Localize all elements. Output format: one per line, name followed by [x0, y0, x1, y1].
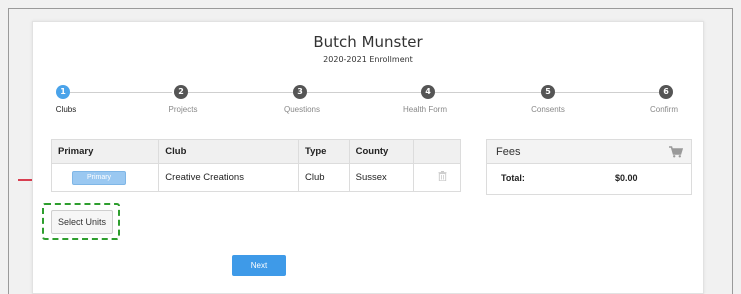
clubs-table: Primary Club Type County Primary Creativ… [50, 139, 461, 192]
step-1-label: Clubs [55, 105, 77, 114]
primary-cell: Primary [50, 163, 160, 192]
county-cell: Sussex [348, 163, 415, 192]
step-3-circle[interactable]: 3 [293, 85, 307, 99]
step-2-circle[interactable]: 2 [174, 85, 188, 99]
select-units-highlight: Select Units [42, 203, 120, 240]
step-6-circle[interactable]: 6 [659, 85, 673, 99]
fees-title: Fees [496, 146, 521, 158]
step-connector [307, 92, 421, 93]
step-connector [555, 92, 659, 93]
type-cell: Club [298, 163, 350, 192]
step-5-circle[interactable]: 5 [541, 85, 555, 99]
step-2-label: Projects [168, 105, 198, 114]
fees-total-value: $0.00 [615, 173, 638, 183]
column-header-county: County [348, 139, 415, 164]
trash-icon[interactable] [438, 171, 447, 181]
table-header-row: Primary Club Type County [50, 139, 461, 164]
enrollment-subtitle: 2020-2021 Enrollment [323, 55, 413, 64]
fees-header: Fees [487, 140, 691, 164]
step-4-circle[interactable]: 4 [421, 85, 435, 99]
step-connector [435, 92, 541, 93]
next-button[interactable]: Next [232, 255, 286, 276]
select-units-button[interactable]: Select Units [51, 210, 113, 234]
step-3-label: Questions [283, 105, 321, 114]
step-connector [70, 92, 172, 93]
actions-cell [413, 163, 461, 192]
step-1-circle[interactable]: 1 [56, 85, 70, 99]
primary-button[interactable]: Primary [72, 170, 126, 185]
column-header-primary: Primary [50, 139, 160, 164]
fees-panel: Fees Total: $0.00 [486, 139, 692, 195]
shopping-cart-icon [669, 146, 683, 158]
club-cell: Creative Creations [158, 163, 299, 192]
step-5-label: Consents [531, 105, 565, 114]
step-6-label: Confirm [649, 105, 679, 114]
table-row: Primary Creative Creations Club Sussex [50, 163, 461, 192]
fees-total-label: Total: [501, 173, 525, 183]
column-header-club: Club [158, 139, 299, 164]
step-4-label: Health Form [402, 105, 448, 114]
page-title: Butch Munster [313, 33, 423, 51]
step-connector [188, 92, 293, 93]
column-header-actions [413, 139, 461, 164]
fees-total-row: Total: $0.00 [487, 164, 691, 194]
column-header-type: Type [298, 139, 350, 164]
